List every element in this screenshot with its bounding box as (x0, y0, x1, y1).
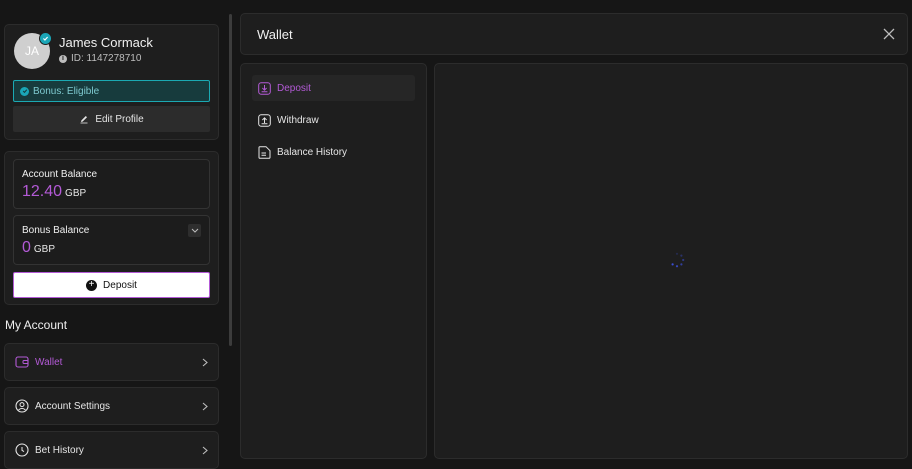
bonus-balance-value: 0 GBP (22, 239, 55, 257)
history-icon (15, 443, 29, 457)
account-balance-amount: 12.40 (22, 183, 63, 200)
account-balance-currency: GBP (65, 188, 87, 199)
info-icon: i (59, 54, 67, 63)
close-icon (883, 28, 895, 40)
chevron-down-icon[interactable] (188, 224, 201, 237)
menu-item-bet-history[interactable]: Bet History (4, 431, 219, 469)
nav-item-deposit[interactable]: Deposit (252, 75, 415, 101)
avatar-initials: JA (24, 44, 39, 58)
bonus-status-badge: Bonus: Eligible (13, 80, 210, 102)
menu-item-label: Account Settings (35, 400, 111, 412)
deposit-button-label: Deposit (103, 279, 137, 291)
nav-item-balance-history[interactable]: Balance History (252, 139, 415, 165)
close-button[interactable] (881, 26, 897, 42)
upload-icon (258, 113, 271, 127)
bonus-balance-box: Bonus Balance 0 GBP (13, 215, 210, 265)
edit-profile-label: Edit Profile (95, 113, 144, 125)
menu-item-wallet[interactable]: Wallet (4, 343, 219, 381)
bonus-status-label: Bonus: Eligible (33, 85, 100, 97)
user-id-text: ID: 1147278710 (71, 53, 142, 64)
bonus-balance-currency: GBP (33, 244, 56, 255)
wallet-icon (15, 356, 29, 368)
user-id: i ID: 1147278710 (59, 53, 141, 64)
avatar[interactable]: JA (14, 32, 52, 69)
nav-item-label: Withdraw (277, 114, 319, 126)
chevron-right-icon (202, 358, 208, 366)
user-circle-icon (15, 399, 29, 413)
profile-card: JA James Cormack i ID: 1147278710 Bonus:… (4, 24, 219, 140)
my-account-heading: My Account (5, 318, 68, 332)
check-circle-icon (20, 86, 29, 96)
account-balance-box: Account Balance 12.40 GBP (13, 159, 210, 209)
loading-spinner-icon (671, 252, 685, 268)
menu-item-account-settings[interactable]: Account Settings (4, 387, 219, 425)
nav-item-label: Balance History (277, 146, 348, 158)
page-title: Wallet (257, 27, 293, 42)
account-balance-value: 12.40 GBP (22, 183, 86, 201)
wallet-nav: Deposit Withdraw Balance History (240, 63, 427, 459)
menu-item-label: Wallet (35, 356, 63, 368)
plus-circle-icon: + (86, 279, 98, 291)
nav-item-label: Deposit (277, 82, 311, 94)
edit-profile-button[interactable]: Edit Profile (13, 106, 210, 132)
deposit-button[interactable]: + Deposit (13, 272, 210, 298)
wallet-header: Wallet (240, 13, 908, 55)
sidebar-scrollbar[interactable] (229, 14, 232, 346)
pencil-icon (80, 116, 88, 124)
download-icon (258, 81, 271, 95)
menu-item-label: Bet History (35, 444, 84, 456)
bonus-balance-amount: 0 (22, 239, 31, 256)
verified-badge-icon (39, 32, 52, 45)
wallet-content (434, 63, 908, 459)
document-icon (258, 145, 271, 159)
nav-item-withdraw[interactable]: Withdraw (252, 107, 415, 133)
balances-card: Account Balance 12.40 GBP Bonus Balance … (4, 151, 219, 305)
bonus-balance-label: Bonus Balance (22, 225, 90, 236)
account-balance-label: Account Balance (22, 169, 98, 180)
chevron-right-icon (202, 446, 208, 454)
user-name: James Cormack (59, 35, 153, 50)
chevron-right-icon (202, 402, 208, 410)
